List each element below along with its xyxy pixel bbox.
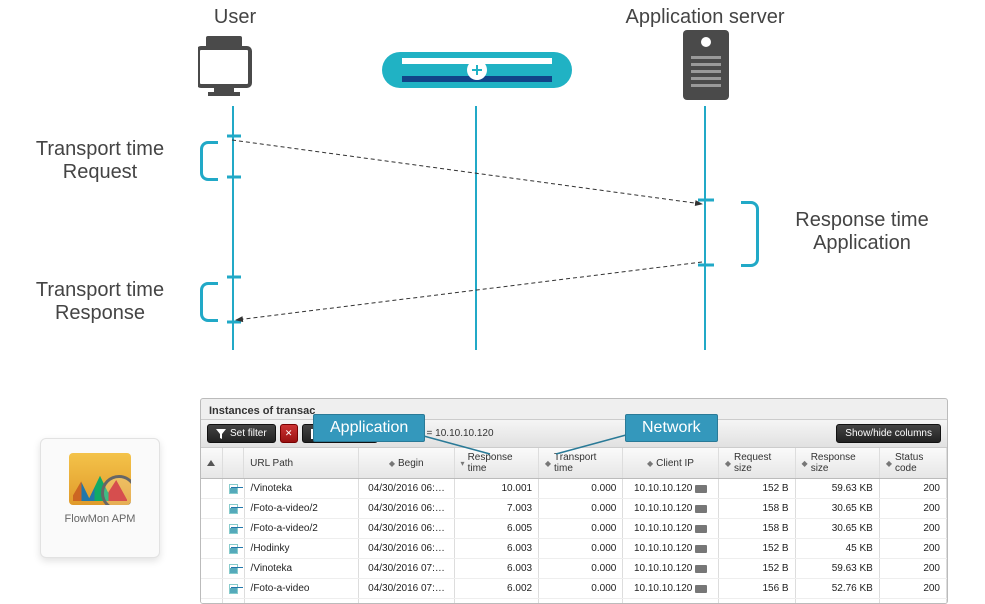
callout-lines	[0, 0, 985, 604]
network-callout-tag: Network	[625, 414, 718, 442]
application-callout-tag: Application	[313, 414, 425, 442]
